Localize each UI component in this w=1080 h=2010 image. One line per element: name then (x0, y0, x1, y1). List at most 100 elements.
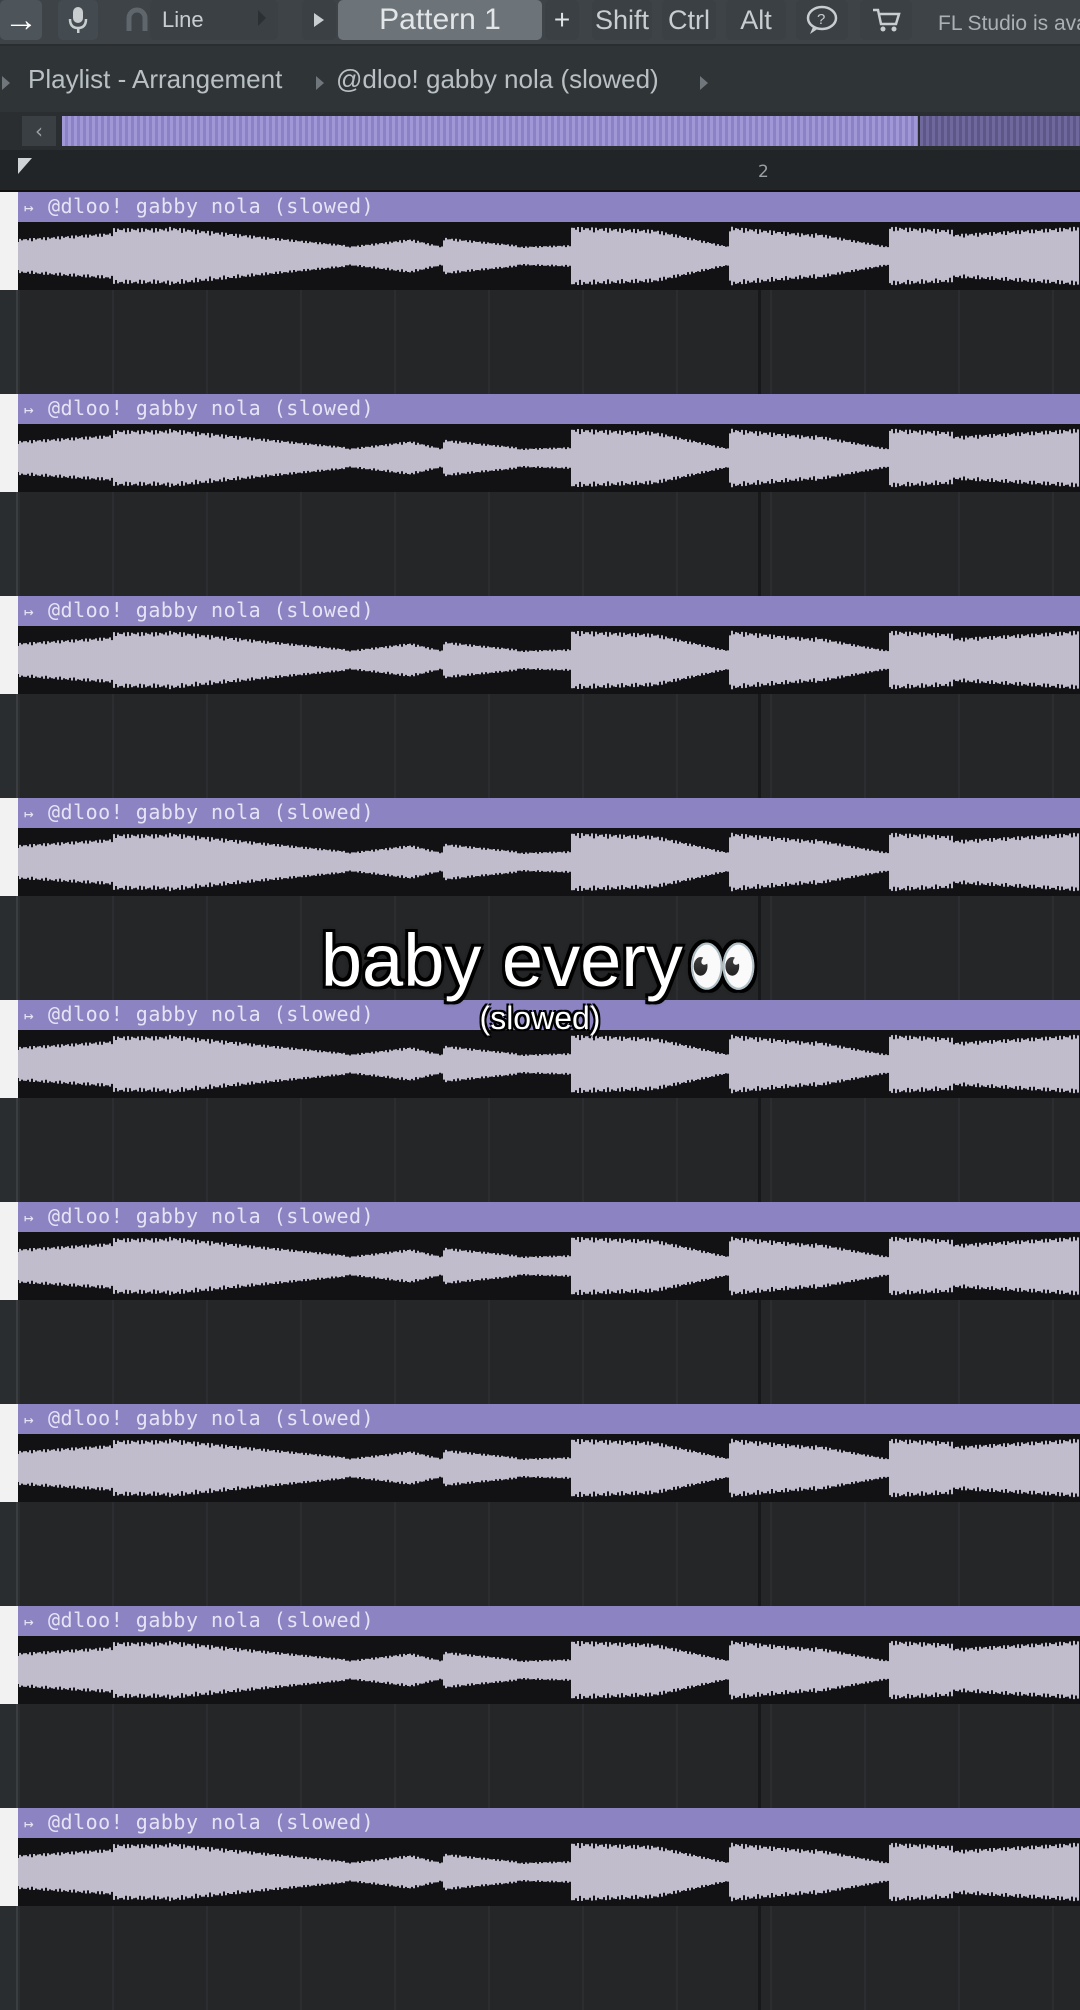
waveform-graphic (18, 1236, 1079, 1296)
clip-menu-icon[interactable]: ↦ (24, 602, 34, 621)
track-color-strip (0, 394, 18, 492)
shift-label: Shift (594, 4, 650, 35)
empty-track-grid[interactable] (18, 1098, 1080, 1202)
audio-clip-header[interactable]: ↦ @dloo! gabby nola (slowed) (18, 394, 1080, 424)
empty-track-grid[interactable] (18, 1704, 1080, 1808)
playlist-track: ↦ @dloo! gabby nola (slowed) (0, 1404, 1080, 1606)
timeline-ruler[interactable]: 2 (0, 150, 1080, 192)
empty-track-grid[interactable] (18, 896, 1080, 1000)
audio-waveform[interactable] (18, 222, 1080, 290)
audio-waveform[interactable] (18, 626, 1080, 694)
audio-clip-header[interactable]: ↦ @dloo! gabby nola (slowed) (18, 1202, 1080, 1232)
track-gutter[interactable] (0, 1000, 18, 1202)
shift-key-button[interactable]: Shift (592, 0, 652, 40)
track-gutter[interactable] (0, 394, 18, 596)
track-color-strip (0, 1808, 18, 1906)
waveform-graphic (18, 1034, 1079, 1094)
help-bubble-icon[interactable]: ? (796, 0, 848, 40)
playlist-track: ↦ @dloo! gabby nola (slowed) (0, 1606, 1080, 1808)
audio-waveform[interactable] (18, 1030, 1080, 1098)
ctrl-key-button[interactable]: Ctrl (662, 0, 716, 40)
clip-menu-icon[interactable]: ↦ (24, 1208, 34, 1227)
audio-waveform[interactable] (18, 424, 1080, 492)
track-color-strip (0, 1404, 18, 1502)
track-color-strip (0, 798, 18, 896)
track-gutter[interactable] (0, 1606, 18, 1808)
microphone-icon[interactable] (58, 0, 98, 40)
audio-clip-header[interactable]: ↦ @dloo! gabby nola (slowed) (18, 1808, 1080, 1838)
playlist-track: ↦ @dloo! gabby nola (slowed) (0, 1000, 1080, 1202)
bar-number: 2 (758, 162, 769, 182)
clip-menu-icon[interactable]: ↦ (24, 1612, 34, 1631)
audio-clip-label: @dloo! gabby nola (slowed) (48, 1204, 375, 1228)
snap-select[interactable]: Line (150, 0, 278, 40)
audio-waveform[interactable] (18, 1434, 1080, 1502)
track-gutter[interactable] (0, 798, 18, 1000)
audio-clip-label: @dloo! gabby nola (slowed) (48, 1608, 375, 1632)
playlist-track: ↦ @dloo! gabby nola (slowed) (0, 596, 1080, 798)
bar-line (758, 1098, 761, 1202)
window-title: Playlist - Arrangement (28, 64, 283, 94)
track-gutter[interactable] (0, 1404, 18, 1606)
playhead-marker-icon[interactable] (18, 158, 32, 174)
alt-label: Alt (740, 4, 772, 35)
clip-menu-icon[interactable]: ↦ (24, 1006, 34, 1025)
breadcrumb-item[interactable]: @dloo! gabby nola (slowed) (336, 64, 659, 95)
collapse-arrow-icon[interactable] (2, 76, 10, 90)
play-icon[interactable] (302, 0, 336, 40)
audio-clip-header[interactable]: ↦ @dloo! gabby nola (slowed) (18, 1404, 1080, 1434)
audio-clip-header[interactable]: ↦ @dloo! gabby nola (slowed) (18, 1606, 1080, 1636)
audio-clip-header[interactable]: ↦ @dloo! gabby nola (slowed) (18, 1000, 1080, 1030)
audio-waveform[interactable] (18, 1838, 1080, 1906)
audio-clip-label: @dloo! gabby nola (slowed) (48, 1810, 375, 1834)
clip-menu-icon[interactable]: ↦ (24, 400, 34, 419)
audio-clip-label: @dloo! gabby nola (slowed) (48, 396, 375, 420)
audio-clip-header[interactable]: ↦ @dloo! gabby nola (slowed) (18, 596, 1080, 626)
audio-clip-label: @dloo! gabby nola (slowed) (48, 598, 375, 622)
empty-track-grid[interactable] (18, 694, 1080, 798)
breadcrumb-separator-icon (316, 76, 324, 90)
empty-track-grid[interactable] (18, 492, 1080, 596)
clip-menu-icon[interactable]: ↦ (24, 198, 34, 217)
scroll-track[interactable] (920, 116, 1080, 146)
bar-line (758, 1906, 761, 2010)
empty-track-grid[interactable] (18, 1300, 1080, 1404)
bar-line (758, 290, 761, 394)
track-gutter[interactable] (0, 192, 18, 394)
clip-menu-icon[interactable]: ↦ (24, 1410, 34, 1429)
track-gutter[interactable] (0, 1202, 18, 1404)
audio-waveform[interactable] (18, 1636, 1080, 1704)
track-color-strip (0, 1202, 18, 1300)
waveform-graphic (18, 1640, 1079, 1700)
playlist-track: ↦ @dloo! gabby nola (slowed) (0, 394, 1080, 596)
audio-clip-header[interactable]: ↦ @dloo! gabby nola (slowed) (18, 798, 1080, 828)
track-gutter[interactable] (0, 1808, 18, 2010)
breadcrumb-arrow-icon[interactable] (700, 76, 708, 90)
horizontal-scrollbar[interactable]: ‹ (0, 112, 1080, 150)
empty-track-grid[interactable] (18, 290, 1080, 394)
track-gutter[interactable] (0, 596, 18, 798)
empty-track-grid[interactable] (18, 1906, 1080, 2010)
bar-line (758, 1502, 761, 1606)
empty-track-grid[interactable] (18, 1502, 1080, 1606)
bar-line (758, 694, 761, 798)
pattern-selector[interactable]: Pattern 1 (338, 0, 542, 40)
arrow-right-icon[interactable]: → (0, 0, 42, 40)
audio-clip-header[interactable]: ↦ @dloo! gabby nola (slowed) (18, 192, 1080, 222)
audio-waveform[interactable] (18, 828, 1080, 896)
scroll-left-icon[interactable]: ‹ (22, 116, 56, 146)
audio-waveform[interactable] (18, 1232, 1080, 1300)
playlist-track: ↦ @dloo! gabby nola (slowed) (0, 192, 1080, 394)
news-ticker[interactable]: ▔▔ ▔▔▔▔ FL Studio is ava (936, 0, 1080, 44)
track-color-strip (0, 1000, 18, 1098)
caret-right-icon (258, 10, 266, 26)
playlist-title-bar: Playlist - Arrangement @dloo! gabby nola… (0, 46, 1080, 112)
clip-menu-icon[interactable]: ↦ (24, 804, 34, 823)
clip-menu-icon[interactable]: ↦ (24, 1814, 34, 1833)
cart-icon[interactable] (860, 0, 912, 40)
alt-key-button[interactable]: Alt (726, 0, 786, 40)
scroll-thumb[interactable] (62, 116, 918, 146)
add-pattern-button[interactable]: + (545, 0, 579, 40)
playlist-track: ↦ @dloo! gabby nola (slowed) (0, 798, 1080, 1000)
waveform-graphic (18, 226, 1079, 286)
